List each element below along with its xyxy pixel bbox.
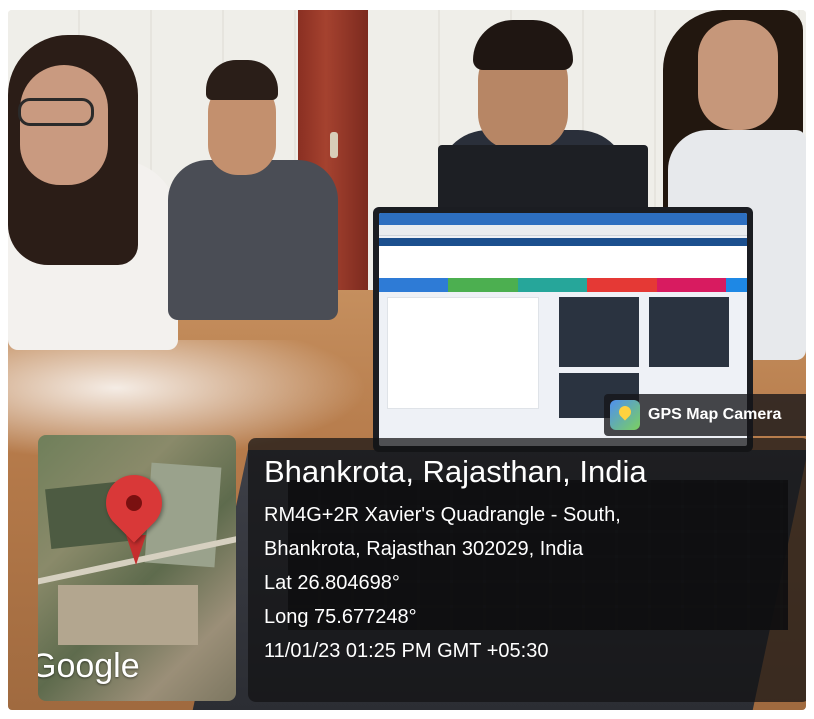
latitude: Lat 26.804698° — [264, 572, 400, 594]
menu-block — [379, 278, 449, 292]
location-info-panel: Bhankrota, Rajasthan, India RM4G+2R Xavi… — [248, 438, 806, 702]
site-panel — [559, 297, 639, 367]
site-header — [379, 246, 747, 278]
person-1-glasses — [18, 98, 94, 126]
map-pin-dot — [126, 495, 142, 511]
longitude: Long 75.677248° — [264, 606, 417, 628]
address-line-1: RM4G+2R Xavier's Quadrangle - South, — [264, 504, 621, 526]
browser-address-bar — [379, 225, 747, 236]
menu-block — [587, 278, 657, 292]
photo-scene: GPS Map Camera Google Bhankrota, Rajasth… — [8, 10, 806, 710]
browser-tab-strip — [379, 213, 747, 225]
gps-map-camera-label: GPS Map Camera — [648, 406, 782, 423]
site-menu-strip — [379, 278, 747, 292]
gps-map-camera-app-icon — [610, 400, 640, 430]
site-top-nav — [379, 238, 747, 246]
site-content-card — [387, 297, 539, 409]
map-field — [58, 585, 198, 645]
person-4-face — [698, 20, 778, 130]
site-panel — [649, 297, 729, 367]
gps-map-camera-tag: GPS Map Camera — [604, 394, 806, 436]
person-2-body — [168, 160, 338, 320]
menu-block — [517, 278, 588, 292]
menu-block — [656, 278, 727, 292]
menu-block — [726, 278, 747, 292]
address-line-2: Bhankrota, Rajasthan 302029, India — [264, 538, 584, 560]
timestamp: 11/01/23 01:25 PM GMT +05:30 — [264, 640, 549, 662]
location-title: Bhankrota, Rajasthan, India — [264, 454, 647, 489]
map-thumbnail: Google — [38, 435, 236, 701]
menu-block — [448, 278, 518, 292]
google-logo: Google — [38, 647, 140, 685]
back-laptop — [438, 145, 648, 215]
door-handle — [330, 132, 338, 158]
person-2-hair — [206, 60, 278, 100]
